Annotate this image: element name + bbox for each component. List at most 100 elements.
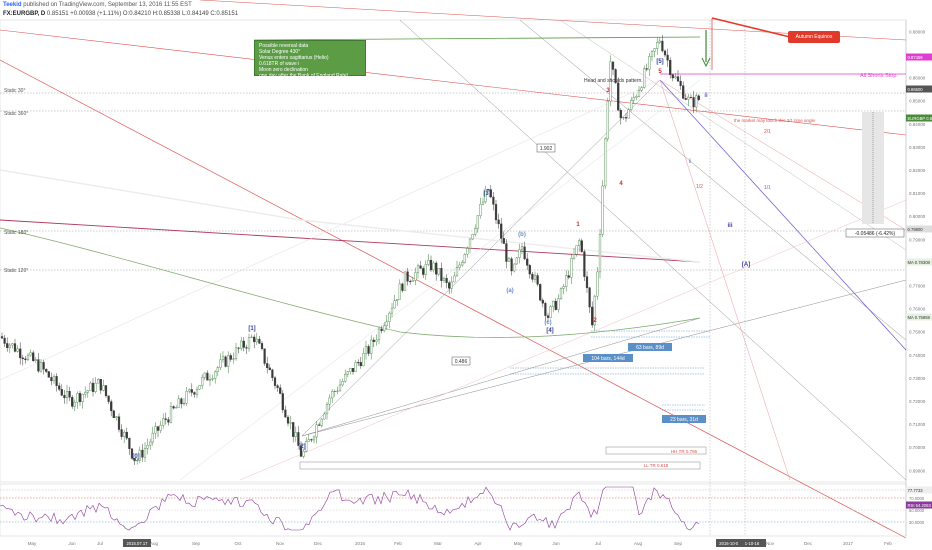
- candle-body: [250, 336, 253, 338]
- candle-body: [357, 362, 360, 364]
- trend-line: [301, 79, 661, 437]
- candle-body: [617, 82, 620, 111]
- candle-body: [401, 283, 404, 291]
- rsi-line: [0, 486, 700, 531]
- price-tick: 0.83000: [909, 145, 926, 150]
- reversal-note[interactable]: Possible reversal data Solar Degree 430° V…: [254, 40, 366, 79]
- candle-body: [245, 347, 248, 349]
- candle-body: [315, 424, 318, 438]
- rsi-tick-50: 50.0000: [909, 508, 925, 513]
- candle-body: [487, 189, 490, 191]
- time-tick: Feb: [884, 541, 892, 546]
- candle-body: [50, 377, 53, 382]
- candle-body: [658, 40, 661, 43]
- time-tag: 2015.07.17: [127, 541, 149, 546]
- price-axis: 0.880000.870000.860000.850000.840000.830…: [906, 29, 932, 525]
- candle-body: [435, 262, 438, 275]
- candle-body: [429, 260, 433, 271]
- candle-body: [336, 390, 339, 392]
- candle-body: [403, 271, 407, 291]
- candle-body: [637, 90, 641, 97]
- candle-body: [65, 390, 69, 399]
- candle-body: [94, 382, 97, 392]
- time-tick: Feb: [394, 541, 402, 546]
- candle-body: [55, 376, 58, 386]
- candle-body: [141, 449, 144, 458]
- time-tick: Apr: [474, 541, 482, 546]
- candle-body: [331, 391, 334, 399]
- price-chart[interactable]: [0][1][2][3][4][5]12345(a)(b)(c)iiiiii[A…: [0, 0, 932, 550]
- candle-body: [474, 228, 477, 235]
- price-tick: 0.70000: [909, 445, 926, 450]
- candle-body: [221, 356, 225, 361]
- candle-body: [656, 42, 659, 49]
- time-tick: May: [514, 541, 523, 546]
- candle-body: [11, 343, 14, 346]
- candle-body: [84, 392, 87, 395]
- candle-body: [367, 346, 370, 354]
- candle-body: [536, 275, 539, 285]
- candle-body: [266, 363, 269, 369]
- candle-body: [455, 267, 459, 277]
- rsi-tag-high: 77.7733: [908, 488, 924, 493]
- time-tick: Nov: [276, 541, 285, 546]
- trend-line: [299, 219, 701, 263]
- candle-body: [601, 185, 604, 235]
- candle-body: [406, 271, 409, 282]
- candle-body: [372, 339, 375, 342]
- price-tag-ma2: MA 0.75859: [908, 315, 931, 320]
- candle-body: [479, 204, 482, 216]
- candle-body: [253, 336, 256, 343]
- rsi-tick-30: 30.0000: [909, 520, 925, 525]
- candle-body: [24, 358, 27, 361]
- candle-body: [219, 359, 222, 368]
- price-tick: 0.84000: [909, 122, 926, 127]
- angle-21-label: 2/1: [764, 129, 771, 135]
- price-tag-last: EURGBP 0.85151: [908, 116, 932, 121]
- candle-body: [388, 312, 391, 322]
- wave-label-1: [1]: [248, 326, 255, 332]
- measure-label: -0.05486 (-6.42%): [855, 231, 896, 237]
- candle-body: [341, 381, 344, 386]
- candle-body: [562, 286, 565, 289]
- trend-line: [179, 79, 701, 481]
- wave-label-3: [3]: [483, 191, 490, 197]
- candle-body: [427, 260, 430, 265]
- candle-body: [112, 410, 115, 419]
- candle-body: [411, 280, 414, 282]
- candle-body: [622, 117, 625, 119]
- candle-body: [526, 258, 529, 266]
- candle-body: [458, 264, 461, 268]
- candle-body: [13, 343, 17, 352]
- autumn-equinox-label[interactable]: Autumn Equinox: [788, 31, 840, 43]
- price-tick: 0.85000: [909, 99, 926, 104]
- main-pane: [0, 19, 907, 483]
- candle-body: [416, 265, 420, 273]
- trend-line: [519, 19, 907, 341]
- candle-body: [624, 117, 628, 119]
- candle-body: [156, 426, 160, 431]
- candle-body: [34, 359, 37, 361]
- candle-body: [390, 307, 394, 314]
- candle-body: [461, 262, 464, 266]
- trend-line: [399, 19, 907, 481]
- candle-body: [445, 277, 448, 283]
- candle-body: [63, 395, 66, 399]
- ll-box: [299, 461, 701, 470]
- candle-body: [188, 389, 191, 392]
- range-104-label: 104 bars, 144d: [591, 356, 625, 362]
- candle-body: [453, 275, 456, 283]
- candle-body: [515, 257, 518, 265]
- candle-body: [507, 258, 511, 262]
- candle-body: [684, 98, 687, 100]
- price-tick: 0.77000: [909, 283, 926, 288]
- wave-label-4: [4]: [546, 328, 553, 334]
- candle-body: [375, 339, 378, 342]
- price-tag-s180: 0.79800: [908, 227, 924, 232]
- candle-body: [175, 407, 178, 409]
- wave-label-5: [5]: [656, 59, 663, 65]
- candle-body: [182, 403, 186, 405]
- candle-body: [37, 359, 40, 372]
- wave-label-r1: 1: [576, 222, 580, 228]
- time-tick: Nov: [766, 541, 775, 546]
